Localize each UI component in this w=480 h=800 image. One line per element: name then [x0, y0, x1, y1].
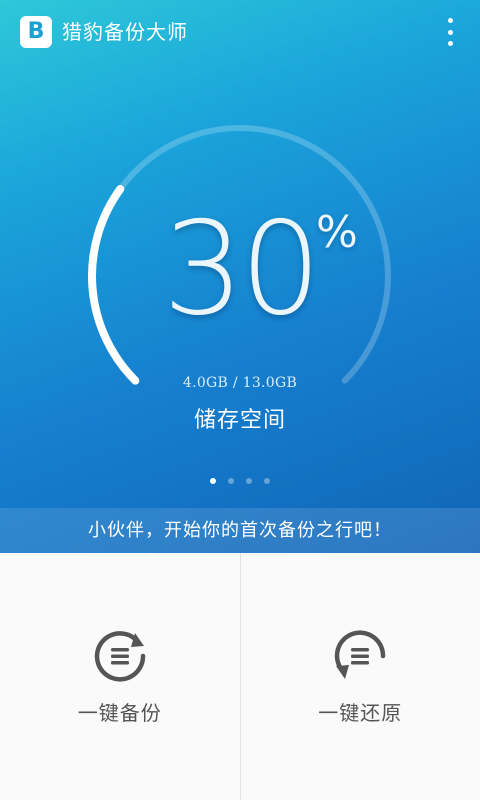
storage-percent: 30 % [0, 195, 480, 345]
storage-usage: 4.0GB / 13.0GB [182, 375, 298, 391]
more-vertical-icon-dot [447, 29, 453, 35]
page-indicator [0, 478, 480, 484]
page-dot[interactable] [210, 478, 216, 484]
more-vertical-icon [447, 18, 453, 23]
more-vertical-icon-dot [447, 41, 453, 46]
action-panel: 一键备份 一键还原 [0, 553, 480, 800]
app-logo-icon: B [20, 16, 52, 48]
page-dot[interactable] [264, 478, 270, 484]
backup-label: 一键备份 [77, 701, 162, 725]
app-title: 猎豹备份大师 [62, 20, 188, 44]
storage-hero: B 猎豹备份大师 30 % 4.0GB / 13.0GB 储存空间 小伙伴，开始… [0, 0, 480, 553]
storage-label: 储存空间 [193, 408, 286, 433]
restore-list-icon [335, 630, 386, 679]
page-dot[interactable] [228, 478, 234, 484]
app-logo-letter: B [27, 19, 45, 44]
app-bar: B 猎豹备份大师 [0, 0, 480, 64]
storage-percent-value: 30 [162, 195, 322, 344]
percent-sign: % [316, 207, 358, 258]
restore-button[interactable]: 一键还原 [239, 553, 480, 800]
sync-list-icon [94, 631, 146, 682]
page-dot[interactable] [246, 478, 252, 484]
restore-label: 一键还原 [318, 701, 403, 725]
backup-button[interactable]: 一键备份 [0, 553, 240, 800]
welcome-banner: 小伙伴，开始你的首次备份之行吧！ [0, 508, 480, 553]
more-menu-button[interactable] [442, 16, 458, 48]
